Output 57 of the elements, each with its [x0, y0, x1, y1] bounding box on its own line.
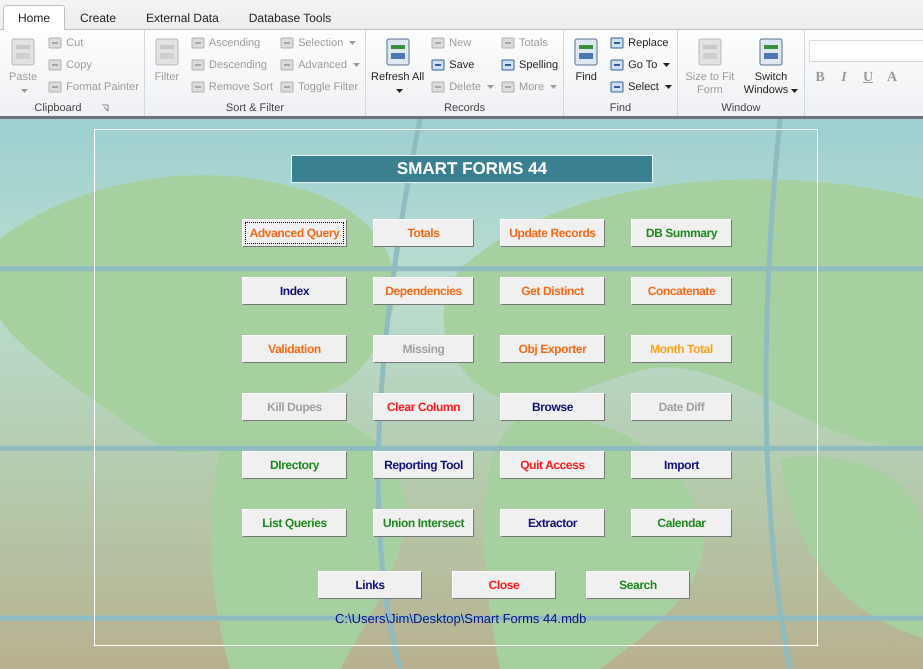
form-button[interactable]: Import — [631, 451, 732, 479]
form-button[interactable]: Extractor — [500, 509, 605, 537]
form-button[interactable]: Reporting Tool — [373, 451, 474, 479]
ribbon-button[interactable]: Switch Windows — [742, 32, 800, 100]
ribbon-tab[interactable]: Database Tools — [234, 5, 346, 30]
caret-icon — [353, 63, 360, 67]
ribbon-button[interactable]: Refresh All — [370, 32, 426, 100]
form-button[interactable]: Totals — [373, 219, 474, 247]
form-button[interactable]: Advanced Query — [242, 219, 347, 247]
caret-icon — [21, 89, 28, 93]
form-button[interactable]: Get Distinct — [500, 277, 605, 305]
form-button[interactable]: DB Summary — [631, 219, 732, 247]
caret-icon — [663, 63, 670, 67]
group-title: Window — [721, 102, 760, 114]
caret-icon — [396, 89, 403, 93]
form-button[interactable]: Missing — [373, 335, 474, 363]
form-button[interactable]: Date Diff — [631, 393, 732, 421]
ribbon-button[interactable]: Save — [429, 54, 496, 76]
caret-icon — [791, 89, 798, 93]
form-button[interactable]: Union Intersect — [373, 509, 474, 537]
form-button[interactable]: DIrectory — [242, 451, 347, 479]
form-button[interactable]: Kill Dupes — [242, 393, 347, 421]
ribbon-button[interactable]: Go To — [608, 54, 673, 76]
font-field[interactable] — [809, 40, 923, 62]
form-button[interactable]: Clear Column — [373, 393, 474, 421]
ribbon-button[interactable]: Select — [608, 76, 673, 98]
dialog-launcher-icon[interactable] — [101, 104, 110, 112]
file-path: C:\Users\Jim\Desktop\Smart Forms 44.mdb — [335, 611, 588, 626]
ribbon-tab[interactable]: Home — [3, 5, 66, 30]
group-title: Find — [610, 102, 632, 114]
form-button[interactable]: Obj Exporter — [500, 335, 605, 363]
form-button[interactable]: Month Total — [631, 335, 732, 363]
form-button[interactable]: Dependencies — [373, 277, 474, 305]
group-title: Clipboard — [34, 102, 82, 114]
form-button[interactable]: Update Records — [500, 219, 605, 247]
caret-icon — [349, 41, 356, 45]
form-button[interactable]: Quit Access — [500, 451, 605, 479]
ribbon-tab[interactable]: External Data — [131, 5, 234, 30]
form-button[interactable]: List Queries — [242, 509, 347, 537]
form-button[interactable]: Calendar — [631, 509, 732, 537]
ribbon-tab[interactable]: Create — [65, 5, 132, 30]
form-button[interactable]: Links — [318, 571, 422, 599]
ribbon-button[interactable]: Find — [568, 32, 604, 100]
group-title: Sort & Filter — [226, 102, 284, 114]
form-button[interactable]: Close — [452, 571, 556, 599]
caret-icon — [550, 85, 558, 89]
ribbon-button[interactable]: Spelling — [499, 54, 560, 76]
form-button[interactable]: Search — [586, 571, 690, 599]
form-button[interactable]: Index — [242, 277, 347, 305]
form-button[interactable]: Validation — [242, 335, 347, 363]
ribbon-button[interactable]: Replace — [608, 32, 673, 54]
form-button[interactable]: Browse — [500, 393, 605, 421]
group-title: Records — [444, 102, 486, 114]
form-title: SMART FORMS 44 — [291, 155, 653, 183]
caret-icon — [487, 85, 494, 89]
caret-icon — [664, 85, 672, 89]
form-button[interactable]: Concatenate — [631, 277, 732, 305]
